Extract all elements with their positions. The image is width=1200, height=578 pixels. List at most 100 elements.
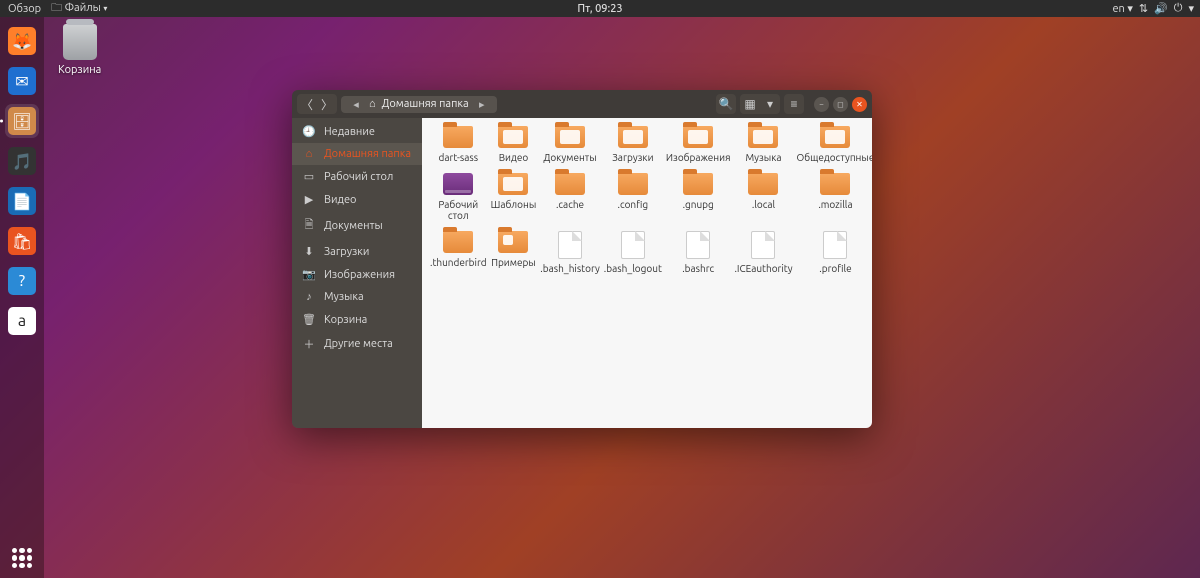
nav-back-button[interactable]: 〈 <box>297 94 317 114</box>
file-label: .mozilla <box>795 199 872 210</box>
file-item-19[interactable]: .ICEauthority <box>732 231 794 274</box>
file-label: Общедоступные <box>795 152 872 163</box>
view-grid-button[interactable]: ▦ <box>740 94 760 114</box>
breadcrumb-next-icon[interactable]: ▸ <box>475 98 489 111</box>
hamburger-menu-button[interactable]: ≡ <box>784 94 804 114</box>
file-item-2[interactable]: Документы <box>538 126 601 163</box>
file-item-8[interactable]: Шаблоны <box>489 173 539 221</box>
writer-icon: 📄 <box>8 187 36 215</box>
view-options-button[interactable]: ▾ <box>760 94 780 114</box>
sidebar-item-9[interactable]: ＋ Другие места <box>292 331 422 357</box>
keyboard-layout[interactable]: en ▾ <box>1112 2 1132 15</box>
file-item-20[interactable]: .profile <box>795 231 872 274</box>
file-item-13[interactable]: .mozilla <box>795 173 872 221</box>
sidebar-item-label: Изображения <box>324 269 395 281</box>
file-label: .gnupg <box>664 199 733 210</box>
file-item-14[interactable]: .thunderbird <box>428 231 489 274</box>
power-icon[interactable]: ⏻ <box>1174 2 1183 15</box>
sidebar-item-8[interactable]: 🗑Корзина <box>292 308 422 331</box>
folder-icon <box>820 126 850 148</box>
file-grid[interactable]: dart-sassВидеоДокументыЗагрузкиИзображен… <box>422 118 872 428</box>
folder-icon <box>555 173 585 195</box>
sidebar-item-4[interactable]: 🗎Документы <box>292 211 422 240</box>
file-item-7[interactable]: Рабочий стол <box>428 173 489 221</box>
file-item-15[interactable]: Примеры <box>489 231 539 274</box>
rhythmbox-icon: 🎵 <box>8 147 36 175</box>
file-item-11[interactable]: .gnupg <box>664 173 733 221</box>
dock-item-thunderbird[interactable]: ✉ <box>5 64 39 98</box>
file-item-5[interactable]: Музыка <box>732 126 794 163</box>
dock-item-software[interactable]: 🛍 <box>5 224 39 258</box>
files-window: 〈 〉 ◂ ⌂ Домашняя папка ▸ 🔍 ▦ ▾ ≡ − ◻ ✕ 🕘… <box>292 90 872 428</box>
folder-icon <box>498 126 528 148</box>
sidebar-item-6[interactable]: 📷Изображения <box>292 263 422 286</box>
link-folder-icon <box>498 231 528 253</box>
window-close-button[interactable]: ✕ <box>852 97 867 112</box>
search-button[interactable]: 🔍 <box>716 94 736 114</box>
breadcrumb-label: Домашняя папка <box>382 98 469 110</box>
folder-icon <box>683 126 713 148</box>
folder-icon <box>443 231 473 253</box>
file-icon <box>751 231 775 259</box>
home-icon: ⌂ <box>369 98 376 110</box>
firefox-icon: 🦊 <box>8 27 36 55</box>
breadcrumb-prev-icon[interactable]: ◂ <box>349 98 363 111</box>
file-item-1[interactable]: Видео <box>489 126 539 163</box>
software-icon: 🛍 <box>8 227 36 255</box>
dock-item-rhythmbox[interactable]: 🎵 <box>5 144 39 178</box>
activities-button[interactable]: Обзор <box>6 3 43 15</box>
dock-item-help[interactable]: ? <box>5 264 39 298</box>
folder-icon <box>820 173 850 195</box>
sidebar-item-3[interactable]: ▶Видео <box>292 188 422 211</box>
file-item-10[interactable]: .config <box>602 173 664 221</box>
sidebar-icon: ＋ <box>302 336 316 352</box>
file-item-3[interactable]: Загрузки <box>602 126 664 163</box>
desktop-folder-icon <box>443 173 473 195</box>
file-item-12[interactable]: .local <box>732 173 794 221</box>
file-item-4[interactable]: Изображения <box>664 126 733 163</box>
volume-icon[interactable]: 🔊 <box>1154 2 1168 15</box>
titlebar[interactable]: 〈 〉 ◂ ⌂ Домашняя папка ▸ 🔍 ▦ ▾ ≡ − ◻ ✕ <box>292 90 872 118</box>
clock[interactable]: Пт, 09:23 <box>577 3 622 15</box>
file-label: Загрузки <box>602 152 664 163</box>
thunderbird-icon: ✉ <box>8 67 36 95</box>
file-item-17[interactable]: .bash_logout <box>602 231 664 274</box>
dock-item-writer[interactable]: 📄 <box>5 184 39 218</box>
sidebar-item-1[interactable]: ⌂Домашняя папка <box>292 143 422 165</box>
file-label: Примеры <box>489 257 539 268</box>
desktop-trash-label: Корзина <box>58 64 101 76</box>
breadcrumb[interactable]: ◂ ⌂ Домашняя папка ▸ <box>341 96 497 113</box>
sidebar-item-label: Корзина <box>324 314 367 326</box>
sidebar-item-label: Другие места <box>324 338 393 350</box>
window-minimize-button[interactable]: − <box>814 97 829 112</box>
sidebar-item-label: Загрузки <box>324 246 369 258</box>
file-item-6[interactable]: Общедоступные <box>795 126 872 163</box>
sidebar-item-label: Недавние <box>324 126 375 138</box>
dock-item-amazon[interactable]: a <box>5 304 39 338</box>
folder-icon <box>498 173 528 195</box>
folder-icon <box>443 126 473 148</box>
help-icon: ? <box>8 267 36 295</box>
folder-icon <box>748 126 778 148</box>
system-menu-chevron-icon[interactable]: ▾ <box>1188 2 1194 15</box>
show-applications-button[interactable] <box>12 548 32 568</box>
sidebar-item-7[interactable]: ♪Музыка <box>292 286 422 308</box>
file-icon <box>686 231 710 259</box>
file-label: .cache <box>538 199 601 210</box>
window-maximize-button[interactable]: ◻ <box>833 97 848 112</box>
nav-forward-button[interactable]: 〉 <box>317 94 337 114</box>
sidebar-item-2[interactable]: ▭Рабочий стол <box>292 165 422 188</box>
dock-item-firefox[interactable]: 🦊 <box>5 24 39 58</box>
sidebar-icon: ⬇ <box>302 245 316 258</box>
desktop-trash[interactable]: Корзина <box>58 24 101 76</box>
sidebar-item-0[interactable]: 🕘Недавние <box>292 120 422 143</box>
file-item-18[interactable]: .bashrc <box>664 231 733 274</box>
network-icon[interactable]: ⇅ <box>1139 2 1148 15</box>
app-menu[interactable]: 🗀 Файлы ▾ <box>49 0 109 18</box>
dock-item-files[interactable]: 🗄 <box>5 104 39 138</box>
keyboard-layout-label: en <box>1112 3 1124 15</box>
sidebar-item-5[interactable]: ⬇ Загрузки <box>292 240 422 263</box>
file-item-9[interactable]: .cache <box>538 173 601 221</box>
file-item-0[interactable]: dart-sass <box>428 126 489 163</box>
file-item-16[interactable]: .bash_history <box>538 231 601 274</box>
